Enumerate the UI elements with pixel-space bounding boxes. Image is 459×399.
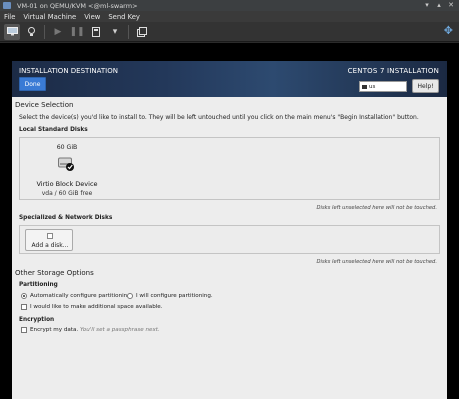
specialized-disks-panel: Add a disk... bbox=[19, 225, 440, 254]
lightbulb-icon[interactable] bbox=[23, 24, 39, 40]
toolbar: ▶ ❚❚ ▾ ✥ bbox=[0, 22, 459, 42]
local-disks-panel: 60 GiB Virtio Block Device vda / 60 GiB … bbox=[19, 137, 440, 200]
manual-partition-label[interactable]: I will configure partitioning. bbox=[136, 293, 213, 299]
encrypt-checkbox[interactable] bbox=[21, 327, 27, 333]
snapshot-icon[interactable] bbox=[134, 24, 150, 40]
window-controls: ▾ ▴ ✕ bbox=[423, 1, 455, 9]
auto-partition-label[interactable]: Automatically configure partitioning. bbox=[30, 293, 133, 299]
menu-virtual-machine[interactable]: Virtual Machine bbox=[23, 13, 76, 21]
disk-vda[interactable]: 60 GiB Virtio Block Device vda / 60 GiB … bbox=[32, 140, 102, 202]
encrypt-option[interactable]: Encrypt my data. You'll set a passphrase… bbox=[30, 327, 160, 333]
partitioning-label: Partitioning bbox=[19, 282, 58, 288]
device-selection-title: Device Selection bbox=[15, 101, 74, 109]
menu-send-key[interactable]: Send Key bbox=[108, 13, 140, 21]
extra-space-label[interactable]: I would like to make additional space av… bbox=[30, 304, 163, 310]
untouched-note: Disks left unselected here will not be t… bbox=[316, 205, 437, 211]
menubar: File Virtual Machine View Send Key bbox=[0, 11, 459, 22]
pause-icon[interactable]: ❚❚ bbox=[69, 24, 85, 40]
window-titlebar: VM-01 on QEMU/KVM <@ml-swarm> ▾ ▴ ✕ bbox=[0, 0, 459, 11]
done-button[interactable]: Done bbox=[19, 77, 46, 91]
keyboard-layout-indicator[interactable]: us bbox=[359, 81, 407, 92]
window-title: VM-01 on QEMU/KVM <@ml-swarm> bbox=[17, 1, 138, 10]
encryption-label: Encryption bbox=[19, 317, 55, 323]
dropdown-icon[interactable]: ▾ bbox=[107, 24, 123, 40]
minimize-icon[interactable]: ▾ bbox=[423, 1, 431, 9]
disk-size: 60 GiB bbox=[56, 144, 78, 151]
menu-view[interactable]: View bbox=[84, 13, 100, 21]
toolbar-separator bbox=[128, 24, 129, 39]
installer-header: INSTALLATION DESTINATION Done CENTOS 7 I… bbox=[12, 61, 447, 97]
help-button[interactable]: Help! bbox=[412, 79, 439, 93]
keyboard-layout-label: us bbox=[369, 83, 376, 90]
menu-file[interactable]: File bbox=[4, 13, 15, 21]
local-disks-label: Local Standard Disks bbox=[19, 127, 88, 133]
add-disk-button[interactable]: Add a disk... bbox=[25, 229, 73, 251]
encrypt-label: Encrypt my data. bbox=[30, 327, 79, 333]
auto-partition-radio[interactable] bbox=[21, 293, 27, 299]
disk-name: Virtio Block Device bbox=[36, 180, 98, 188]
other-storage-title: Other Storage Options bbox=[15, 269, 94, 277]
manual-partition-radio[interactable] bbox=[127, 293, 133, 299]
add-disk-label: Add a disk... bbox=[31, 242, 69, 249]
maximize-icon[interactable]: ▴ bbox=[435, 1, 443, 9]
encrypt-hint: You'll set a passphrase next. bbox=[79, 327, 160, 333]
specialized-disks-label: Specialized & Network Disks bbox=[19, 215, 113, 221]
keyboard-icon bbox=[362, 84, 367, 89]
extra-space-checkbox[interactable] bbox=[21, 304, 27, 310]
add-disk-icon bbox=[47, 233, 53, 239]
hard-disk-icon bbox=[58, 156, 74, 171]
untouched-note-2: Disks left unselected here will not be t… bbox=[316, 259, 437, 265]
resize-icon[interactable]: ✥ bbox=[444, 24, 453, 37]
play-icon[interactable]: ▶ bbox=[50, 24, 66, 40]
app-icon bbox=[3, 2, 11, 9]
toolbar-separator bbox=[44, 24, 45, 39]
close-icon[interactable]: ✕ bbox=[447, 1, 455, 9]
product-title: CENTOS 7 INSTALLATION bbox=[347, 67, 439, 75]
device-selection-desc: Select the device(s) you'd like to insta… bbox=[19, 114, 419, 121]
disk-info: vda / 60 GiB free bbox=[41, 190, 93, 197]
monitor-icon[interactable] bbox=[4, 23, 20, 40]
page-title: INSTALLATION DESTINATION bbox=[19, 67, 118, 75]
power-icon[interactable] bbox=[88, 24, 104, 40]
installer-screen: INSTALLATION DESTINATION Done CENTOS 7 I… bbox=[12, 61, 447, 399]
